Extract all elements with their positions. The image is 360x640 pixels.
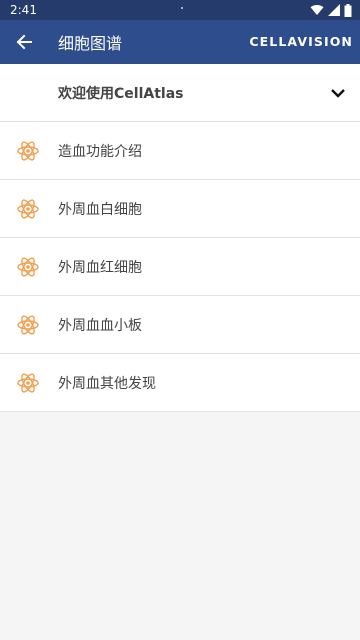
page-title: 细胞图谱	[58, 34, 123, 53]
back-button[interactable]	[2, 20, 46, 64]
signal-icon	[328, 4, 340, 16]
menu-item-label: 外周血白细胞	[58, 201, 142, 218]
atom-icon	[17, 141, 39, 161]
status-bar: 2:41	[0, 0, 360, 20]
wifi-icon	[310, 5, 324, 15]
atom-icon	[17, 315, 39, 335]
status-icons	[310, 3, 352, 17]
back-arrow-icon	[16, 34, 32, 50]
welcome-label: 欢迎使用CellAtlas	[58, 85, 184, 102]
menu-item-other-findings[interactable]: 外周血其他发现	[0, 354, 360, 412]
atom-icon	[17, 373, 39, 393]
menu-item-wbc[interactable]: 外周血白细胞	[0, 180, 360, 238]
status-time: 2:41	[10, 3, 37, 17]
atom-icon	[17, 257, 39, 277]
brand-logo: CELLAVISION	[249, 34, 353, 49]
app-bar: 细胞图谱 CELLAVISION	[0, 20, 360, 64]
atom-icon	[17, 199, 39, 219]
menu-item-platelets[interactable]: 外周血血小板	[0, 296, 360, 354]
menu-item-hematopoiesis[interactable]: 造血功能介绍	[0, 122, 360, 180]
menu-item-rbc[interactable]: 外周血红细胞	[0, 238, 360, 296]
menu-item-label: 外周血其他发现	[58, 375, 156, 392]
menu-item-label: 外周血血小板	[58, 317, 142, 334]
menu-item-label: 外周血红细胞	[58, 259, 142, 276]
welcome-header[interactable]: 欢迎使用CellAtlas	[0, 64, 360, 122]
menu-list: 欢迎使用CellAtlas 造血功能介绍 外周血白细胞 外周血红细胞 外周血血小…	[0, 64, 360, 412]
camera-dot	[181, 7, 183, 9]
menu-item-label: 造血功能介绍	[58, 143, 142, 160]
chevron-down-icon[interactable]	[330, 85, 346, 101]
battery-icon	[344, 3, 352, 17]
